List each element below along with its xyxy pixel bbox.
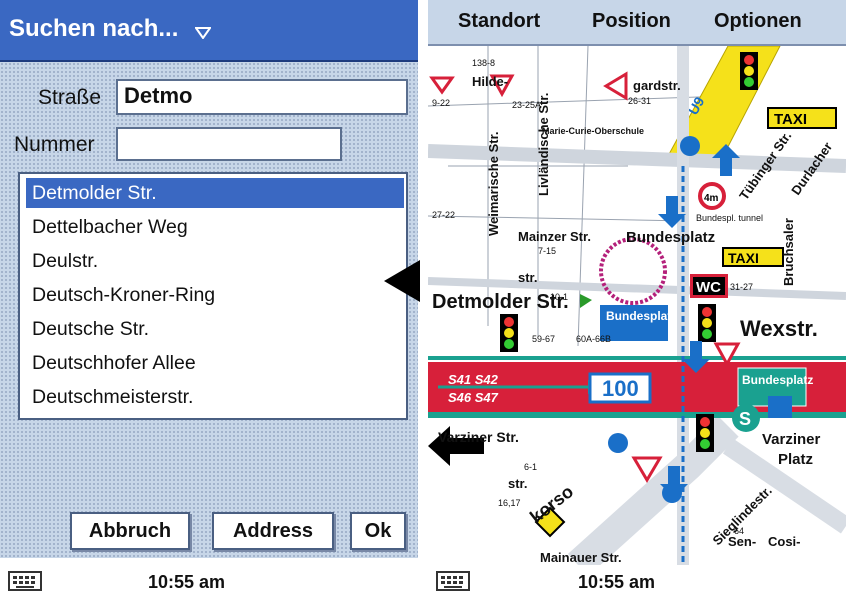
house-numbers-23-25a: 23-25A	[512, 100, 541, 110]
bundesplatz-sign: Bundesplatz	[606, 309, 677, 323]
street-input[interactable]: Detmo	[116, 79, 408, 115]
taxi-sign-2: TAXI	[728, 250, 759, 266]
label-bruchsaler: Bruchsaler	[781, 218, 796, 286]
label-varziner-right: Varziner	[762, 431, 821, 448]
house-numbers-59-67: 59-67	[532, 334, 555, 344]
label-cosi: Cosi-	[768, 534, 801, 549]
label-varziner-platz: Platz	[778, 451, 813, 468]
search-form: Straße Detmo Nummer Detmolder Str. Dette…	[0, 62, 418, 558]
number-label: Nummer	[14, 133, 95, 156]
map-screen: Standort Position Optionen U9 S41 S42 S4…	[428, 0, 846, 597]
house-numbers-31-27: 31-27	[730, 282, 753, 292]
house-numbers-7-15: 7-15	[538, 246, 556, 256]
label-weimarische: Weimarische Str.	[486, 131, 501, 236]
speed-sign: 4m	[704, 193, 719, 204]
label-sen: Sen-	[728, 534, 756, 549]
label-str-detmolder: str.	[518, 270, 538, 285]
house-numbers-64: 64	[734, 526, 744, 536]
house-numbers-6-1: 6-1	[524, 462, 537, 472]
house-numbers-26-31: 26-31	[628, 96, 651, 106]
street-map[interactable]: U9 S41 S42 S46 S47 100 TAXI TAXI WC Bund…	[428, 46, 846, 565]
label-varziner-left: Varziner Str.	[438, 429, 519, 445]
menu-optionen[interactable]: Optionen	[714, 10, 802, 33]
status-bar: 10:55 am	[0, 565, 418, 597]
cancel-button[interactable]: Abbruch	[70, 512, 190, 550]
house-numbers-60a-66b: 60A-66B	[576, 334, 611, 344]
label-hilde: Hilde-	[472, 74, 508, 89]
label-mainzer: Mainzer Str.	[518, 229, 591, 244]
house-numbers-9-22: 9-22	[432, 98, 450, 108]
keyboard-icon[interactable]	[8, 571, 42, 591]
menu-bar: Standort Position Optionen	[428, 0, 846, 46]
keyboard-icon[interactable]	[436, 571, 470, 591]
title-bar[interactable]: Suchen nach...	[0, 0, 418, 62]
label-wexstr: Wexstr.	[740, 316, 818, 341]
ok-button[interactable]: Ok	[350, 512, 406, 550]
arrow-left-icon	[384, 260, 420, 302]
label-bundespl-tunnel: Bundespl. tunnel	[696, 213, 763, 223]
address-button[interactable]: Address	[212, 512, 334, 550]
search-screen: Suchen nach... Straße Detmo Nummer Detmo…	[0, 0, 418, 597]
list-item[interactable]: Deutschhofer Allee	[26, 348, 404, 378]
number-input[interactable]	[116, 127, 342, 161]
house-numbers-27-22: 27-22	[432, 210, 455, 220]
list-item[interactable]: Detmolder Str.	[26, 178, 404, 208]
label-str: str.	[508, 476, 528, 491]
label-gardstr: gardstr.	[633, 78, 681, 93]
list-item[interactable]: Deutsch-Kroner-Ring	[26, 280, 404, 310]
status-bar: 10:55 am	[428, 565, 846, 597]
list-item[interactable]: Deutschmeisterstr.	[26, 382, 404, 412]
map-canvas[interactable]: U9 S41 S42 S46 S47 100 TAXI TAXI WC Bund…	[428, 46, 846, 565]
taxi-sign-1: TAXI	[774, 111, 807, 128]
street-result-list[interactable]: Detmolder Str. Dettelbacher Weg Deulstr.…	[18, 172, 408, 420]
clock: 10:55 am	[148, 572, 226, 592]
menu-position[interactable]: Position	[592, 10, 671, 33]
house-numbers-138-8: 138-8	[472, 58, 495, 68]
svg-text:S: S	[739, 409, 751, 429]
clock: 10:55 am	[578, 572, 656, 592]
list-item[interactable]: Deutsche Str.	[26, 314, 404, 344]
search-title: Suchen nach...	[9, 15, 179, 42]
street-label: Straße	[38, 86, 102, 109]
menu-standort[interactable]: Standort	[458, 10, 540, 33]
label-marie-curie: Marie-Curie-Oberschule	[542, 126, 644, 136]
house-numbers-16-17: 16,17	[498, 498, 521, 508]
wc-sign: WC	[696, 279, 721, 296]
house-numbers-10-1: 10-1	[550, 292, 568, 302]
label-mainauer: Mainauer Str.	[540, 550, 622, 565]
label-bundesplatz-map: Bundesplatz	[626, 229, 715, 246]
bundesplatz-s-sign: Bundesplatz	[742, 373, 813, 387]
list-item[interactable]: Deulstr.	[26, 246, 404, 276]
dropdown-arrow-icon[interactable]	[195, 27, 211, 39]
s-bahn-lines-2: S46 S47	[448, 390, 499, 405]
bus-100-sign: 100	[602, 376, 639, 401]
s-bahn-lines-1: S41 S42	[448, 372, 499, 387]
label-detmolder: Detmolder Str.	[432, 291, 569, 313]
list-item[interactable]: Dettelbacher Weg	[26, 212, 404, 242]
